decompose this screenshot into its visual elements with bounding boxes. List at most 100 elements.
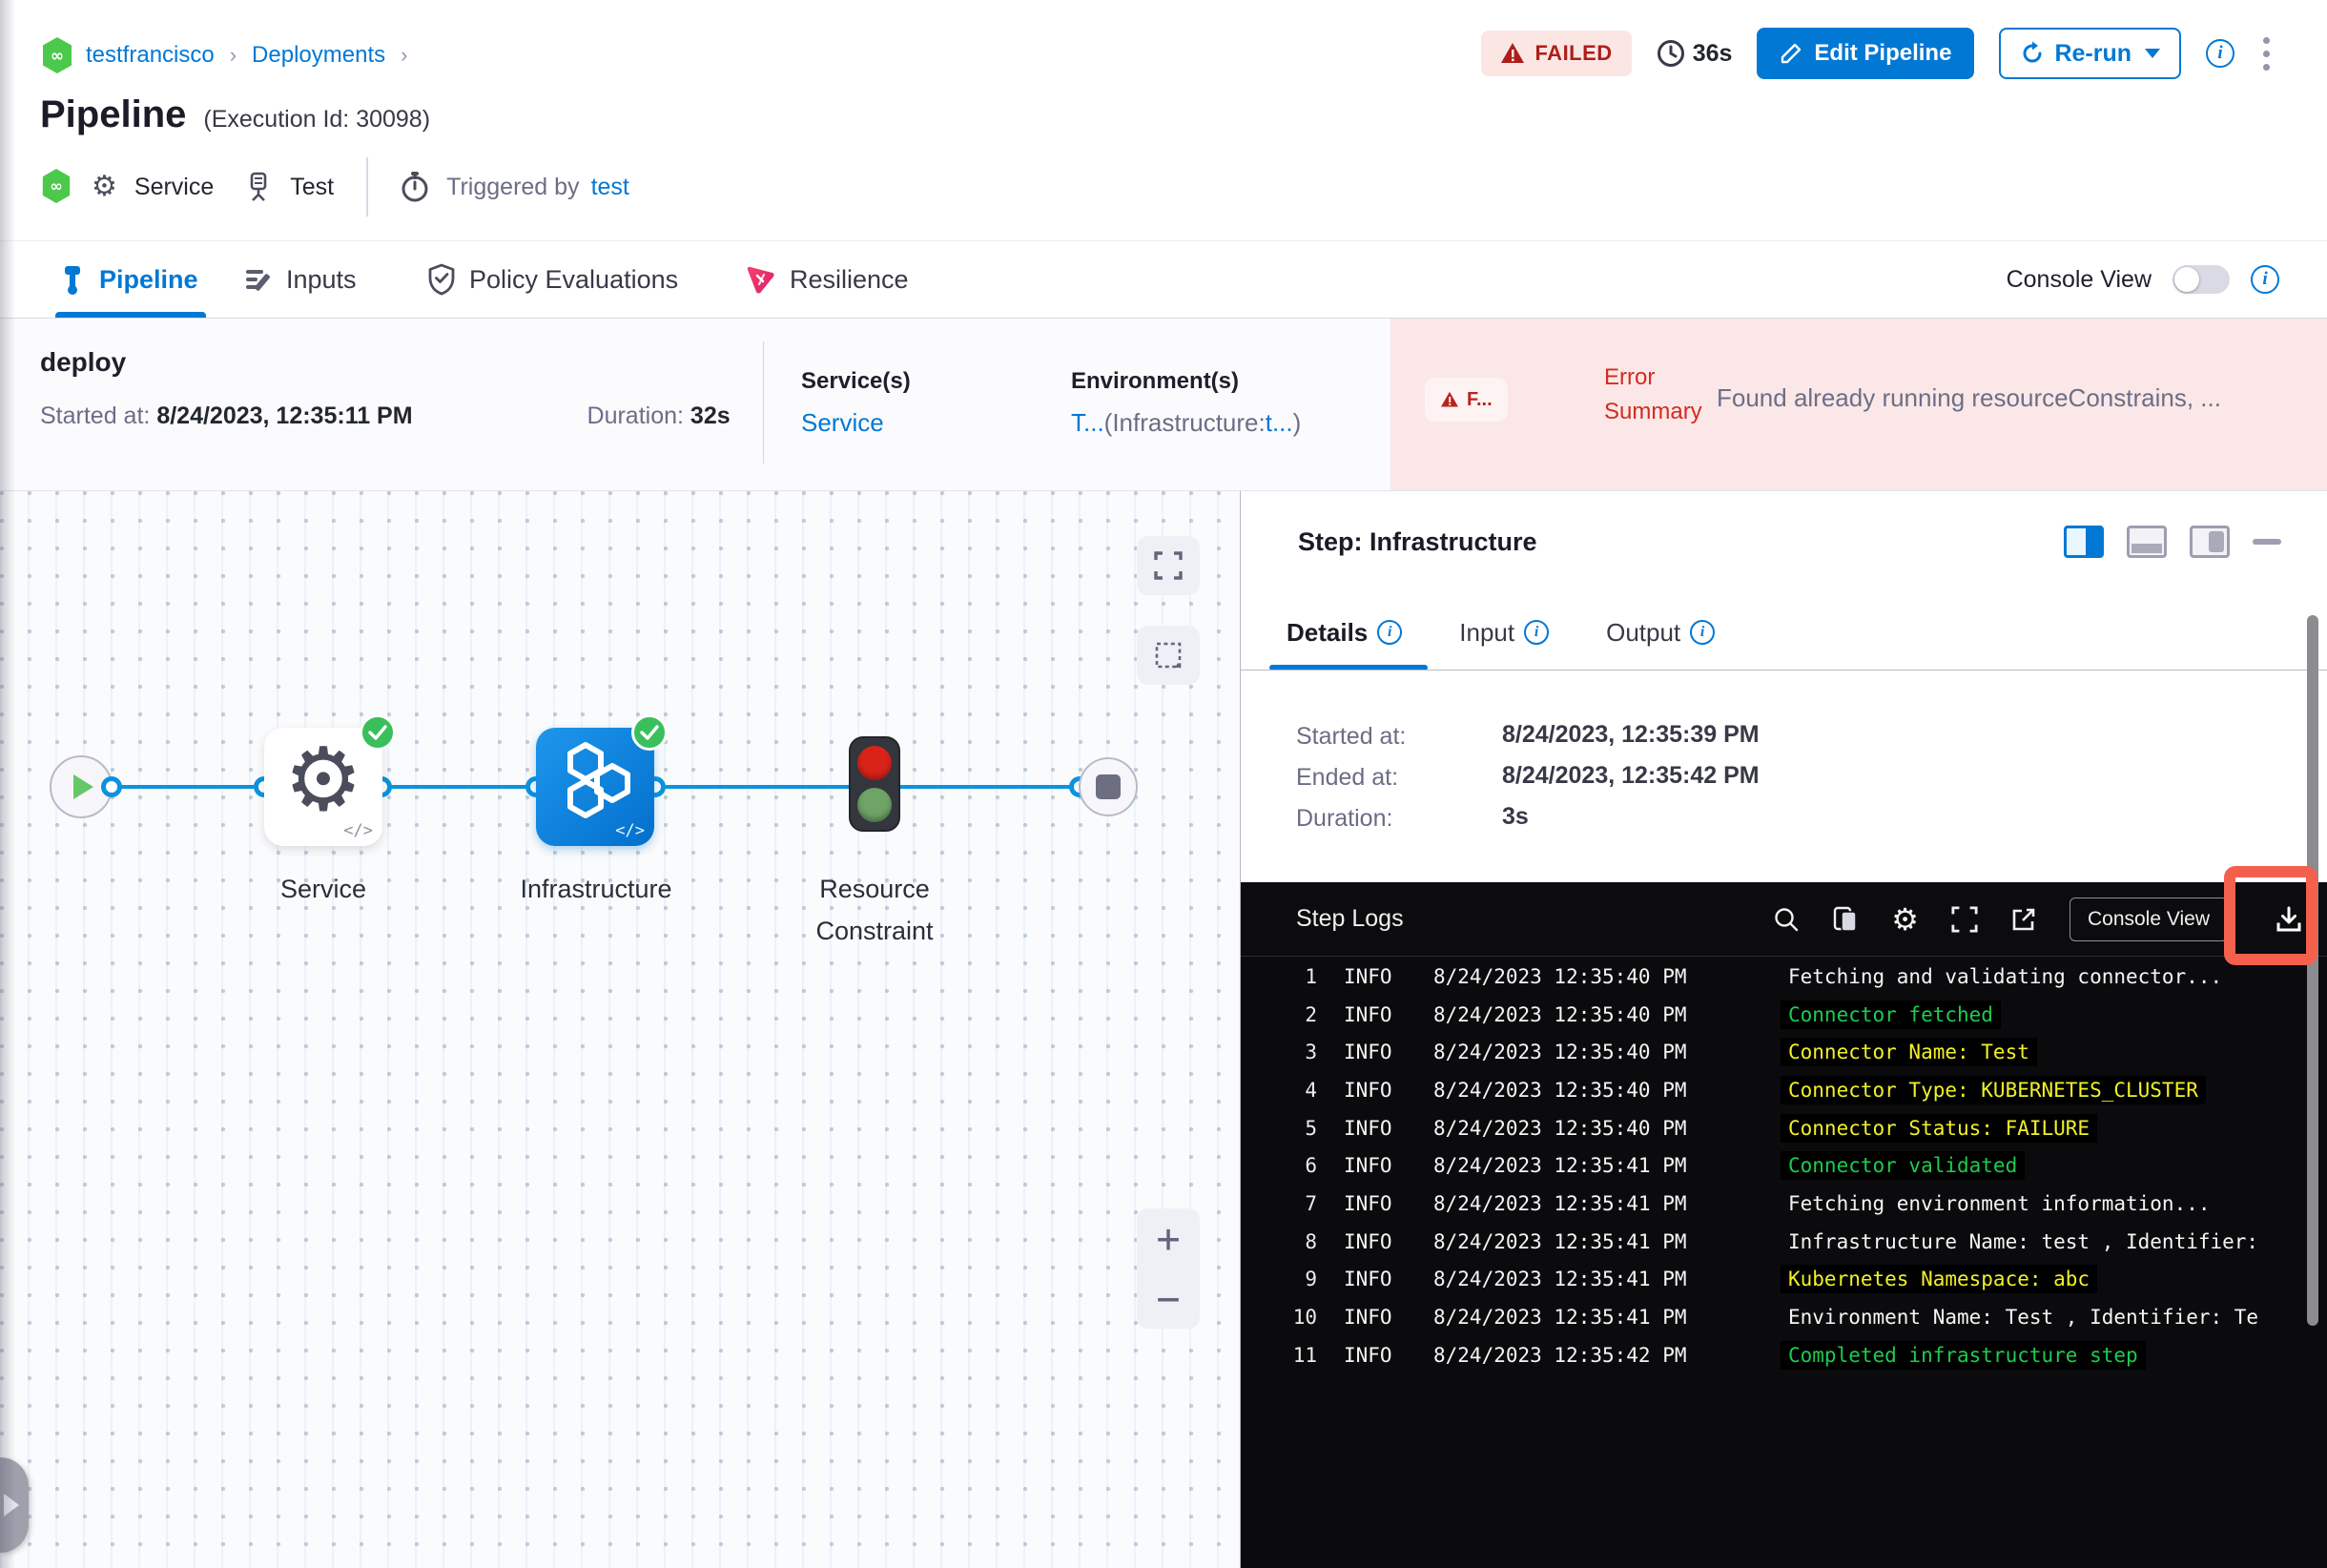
pipeline-execution-page: ∞ testfrancisco › Deployments › FAILED 3… xyxy=(0,0,2327,1568)
execution-id: (Execution Id: 30098) xyxy=(203,106,431,133)
node-infrastructure[interactable]: </> xyxy=(536,714,668,846)
divider xyxy=(366,157,369,217)
console-view-toggle[interactable] xyxy=(2173,265,2230,294)
started-at-value: 8/24/2023, 12:35:11 PM xyxy=(156,402,413,429)
info-icon[interactable]: i xyxy=(1690,620,1716,645)
service-gear-icon: ⚙ xyxy=(92,171,117,202)
minimize-panel-icon[interactable] xyxy=(2253,539,2281,545)
log-console-view-button[interactable]: Console View xyxy=(2069,897,2228,941)
info-icon[interactable]: i xyxy=(1524,620,1550,645)
code-tag: </> xyxy=(615,821,645,840)
log-timestamp: 8/24/2023 12:35:40 PM xyxy=(1433,964,1687,988)
search-icon[interactable] xyxy=(1773,906,1800,933)
more-options-menu[interactable] xyxy=(2259,33,2274,74)
log-settings-icon[interactable]: ⚙ xyxy=(1891,904,1919,935)
stop-icon xyxy=(1096,774,1121,799)
duration-label: Duration: xyxy=(587,402,684,429)
layout-right-panel-icon[interactable] xyxy=(2064,526,2104,558)
log-line: 2 INFO 8/24/2023 12:35:40 PM Connector f… xyxy=(1241,996,2327,1034)
svg-text:∞: ∞ xyxy=(50,177,62,196)
tab-pipeline[interactable]: Pipeline xyxy=(59,241,198,318)
log-line-number: 3 xyxy=(1305,1041,1317,1064)
node-resource-constraint[interactable] xyxy=(849,736,900,832)
title-row: Pipeline (Execution Id: 30098) xyxy=(40,93,430,136)
log-timestamp: 8/24/2023 12:35:40 PM xyxy=(1433,1116,1687,1140)
triggered-by-value[interactable]: test xyxy=(591,174,629,201)
services-label: Service(s) xyxy=(801,368,911,394)
canvas-fullscreen-button[interactable] xyxy=(1137,536,1200,595)
status-badge: FAILED xyxy=(1481,31,1632,76)
log-level: INFO xyxy=(1344,1306,1392,1330)
log-line: 7 INFO 8/24/2023 12:35:41 PM Fetching en… xyxy=(1241,1185,2327,1223)
tab-details[interactable]: Details i xyxy=(1287,604,1403,661)
tab-output[interactable]: Output i xyxy=(1606,604,1716,661)
log-line-number: 4 xyxy=(1305,1078,1317,1102)
code-tag: </> xyxy=(343,821,373,840)
log-timestamp: 8/24/2023 12:35:41 PM xyxy=(1433,1154,1687,1178)
edit-pipeline-button[interactable]: Edit Pipeline xyxy=(1757,28,1975,79)
service-link[interactable]: Service xyxy=(801,408,911,438)
canvas-select-button[interactable] xyxy=(1137,626,1200,685)
copy-icon[interactable] xyxy=(1832,905,1859,934)
log-level: INFO xyxy=(1344,1041,1392,1064)
log-level: INFO xyxy=(1344,1343,1392,1367)
step-detail-tabs: Details i Input i Output i xyxy=(1287,604,1716,661)
open-in-new-icon[interactable] xyxy=(2010,906,2037,933)
log-timestamp: 8/24/2023 12:35:41 PM xyxy=(1433,1306,1687,1330)
info-icon[interactable]: i xyxy=(1377,620,1403,645)
meta-service[interactable]: Service xyxy=(134,174,214,201)
step-panel-title: Step: Infrastructure xyxy=(1298,527,1537,556)
environment-link[interactable]: T...(Infrastructure:t...) xyxy=(1071,408,1301,438)
info-icon[interactable]: i xyxy=(2206,39,2234,68)
log-message: Fetching environment information... xyxy=(1788,1191,2211,1215)
log-line-number: 9 xyxy=(1305,1268,1317,1291)
log-message: Completed infrastructure step xyxy=(1781,1340,2146,1370)
meta-environment[interactable]: Test xyxy=(290,174,334,201)
page-header: ∞ testfrancisco › Deployments › FAILED 3… xyxy=(0,0,2327,240)
log-line-number: 8 xyxy=(1305,1229,1317,1253)
pipeline-graph-canvas[interactable]: + − ⚙ </> </> Service Infrastructure Res… xyxy=(0,491,1240,1568)
log-line: 9 INFO 8/24/2023 12:35:41 PM Kubernetes … xyxy=(1241,1261,2327,1299)
error-summary-text: Found already running resourceConstrains… xyxy=(1717,383,2221,412)
step-logs-title: Step Logs xyxy=(1296,905,1404,932)
zoom-in-button[interactable]: + xyxy=(1156,1218,1180,1259)
info-icon[interactable]: i xyxy=(2251,265,2279,294)
end-node[interactable] xyxy=(1079,757,1138,816)
node-label-infrastructure: Infrastructure xyxy=(520,875,672,903)
breadcrumb-project[interactable]: testfrancisco xyxy=(86,42,215,69)
warning-icon xyxy=(1441,391,1458,407)
panel-scrollbar[interactable] xyxy=(2307,615,2318,1326)
breadcrumb-separator: › xyxy=(229,43,237,67)
inputs-icon xyxy=(246,270,270,291)
tab-inputs[interactable]: Inputs xyxy=(244,241,357,318)
log-line: 8 INFO 8/24/2023 12:35:41 PM Infrastruct… xyxy=(1241,1223,2327,1261)
log-timestamp: 8/24/2023 12:35:42 PM xyxy=(1433,1343,1687,1367)
tab-policy-evaluations[interactable]: Policy Evaluations xyxy=(427,241,678,318)
rerun-button[interactable]: Re-run xyxy=(1999,28,2181,79)
red-light xyxy=(857,746,892,780)
shield-check-icon xyxy=(428,263,455,296)
failed-mini-badge: F... xyxy=(1425,378,1508,422)
svg-text:∞: ∞ xyxy=(51,47,64,66)
log-message: Connector validated xyxy=(1781,1151,2026,1181)
log-timestamp: 8/24/2023 12:35:41 PM xyxy=(1433,1229,1687,1253)
tab-input[interactable]: Input i xyxy=(1459,604,1550,661)
log-line: 4 INFO 8/24/2023 12:35:40 PM Connector T… xyxy=(1241,1071,2327,1109)
environments-column: Environment(s) T...(Infrastructure:t...) xyxy=(1071,368,1301,438)
log-level: INFO xyxy=(1344,1154,1392,1178)
fullscreen-icon xyxy=(1154,551,1183,580)
log-fullscreen-icon[interactable] xyxy=(1951,905,1978,933)
zoom-out-button[interactable]: − xyxy=(1156,1278,1180,1319)
green-light xyxy=(857,788,892,822)
layout-bottom-panel-icon[interactable] xyxy=(2127,526,2167,558)
layout-floating-panel-icon[interactable] xyxy=(2190,526,2230,558)
log-line-number: 5 xyxy=(1305,1116,1317,1140)
download-logs-icon[interactable] xyxy=(2274,904,2304,935)
log-line-number: 2 xyxy=(1305,1002,1317,1026)
tab-resilience[interactable]: Resilience xyxy=(744,241,909,318)
services-column: Service(s) Service xyxy=(801,368,911,438)
breadcrumb-deployments[interactable]: Deployments xyxy=(252,42,385,69)
log-timestamp: 8/24/2023 12:35:41 PM xyxy=(1433,1268,1687,1291)
node-service[interactable]: ⚙ </> xyxy=(264,714,396,846)
stage-name[interactable]: deploy xyxy=(40,347,126,378)
